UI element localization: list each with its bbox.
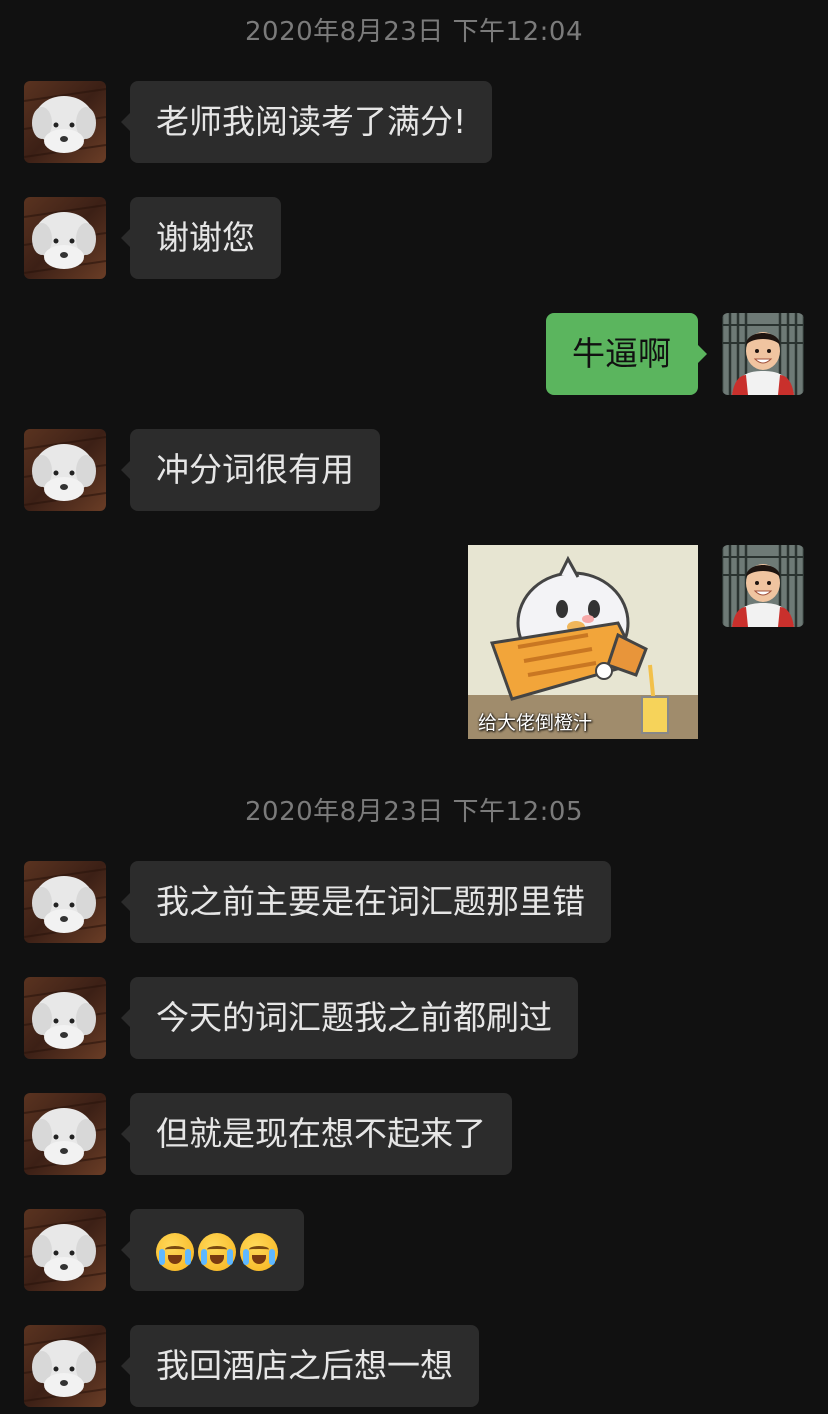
dog-avatar-icon [24,977,106,1059]
dog-avatar-icon [24,429,106,511]
boy-avatar-icon [722,313,804,395]
message-bubble-received[interactable]: 老师我阅读考了满分! [120,81,493,163]
my-avatar[interactable] [722,313,804,395]
contact-avatar[interactable] [24,197,106,279]
message-bubble-sent[interactable]: 牛逼啊 [546,313,707,395]
contact-avatar[interactable] [24,1209,106,1291]
crying-face-icon [240,1232,278,1271]
dog-avatar-icon [24,1325,106,1407]
message-bubble-received[interactable] [121,1209,304,1291]
timestamp: 2020年8月23日 下午12:05 [245,797,583,827]
message-bubble-received[interactable]: 我之前主要是在词汇题那里错 [121,861,611,943]
crying-face-icon [156,1232,194,1271]
dog-avatar-icon [24,1093,106,1175]
message-bubble-received[interactable]: 我回酒店之后想一想 [121,1325,479,1407]
sticker-message[interactable]: 给大佬倒橙汁 [468,545,698,739]
my-avatar[interactable] [722,545,804,627]
contact-avatar[interactable] [24,977,106,1059]
dog-avatar-icon [24,1209,106,1291]
contact-avatar[interactable] [24,81,106,163]
message-bubble-received[interactable]: 但就是现在想不起来了 [121,1093,512,1175]
message-bubble-received[interactable]: 今天的词汇题我之前都刷过 [121,977,578,1059]
sticker-caption: 给大佬倒橙汁 [478,712,593,734]
contact-avatar[interactable] [24,861,106,943]
timestamp: 2020年8月23日 下午12:04 [245,17,583,47]
contact-avatar[interactable] [24,1093,106,1175]
contact-avatar[interactable] [24,1325,106,1407]
dog-avatar-icon [24,81,106,163]
dog-avatar-icon [24,197,106,279]
contact-avatar[interactable] [24,429,106,511]
message-bubble-received[interactable]: 谢谢您 [121,197,281,279]
message-bubble-received[interactable]: 冲分词很有用 [121,429,380,511]
dog-avatar-icon [24,861,106,943]
crying-face-icon [198,1232,236,1271]
boy-avatar-icon [722,545,804,627]
